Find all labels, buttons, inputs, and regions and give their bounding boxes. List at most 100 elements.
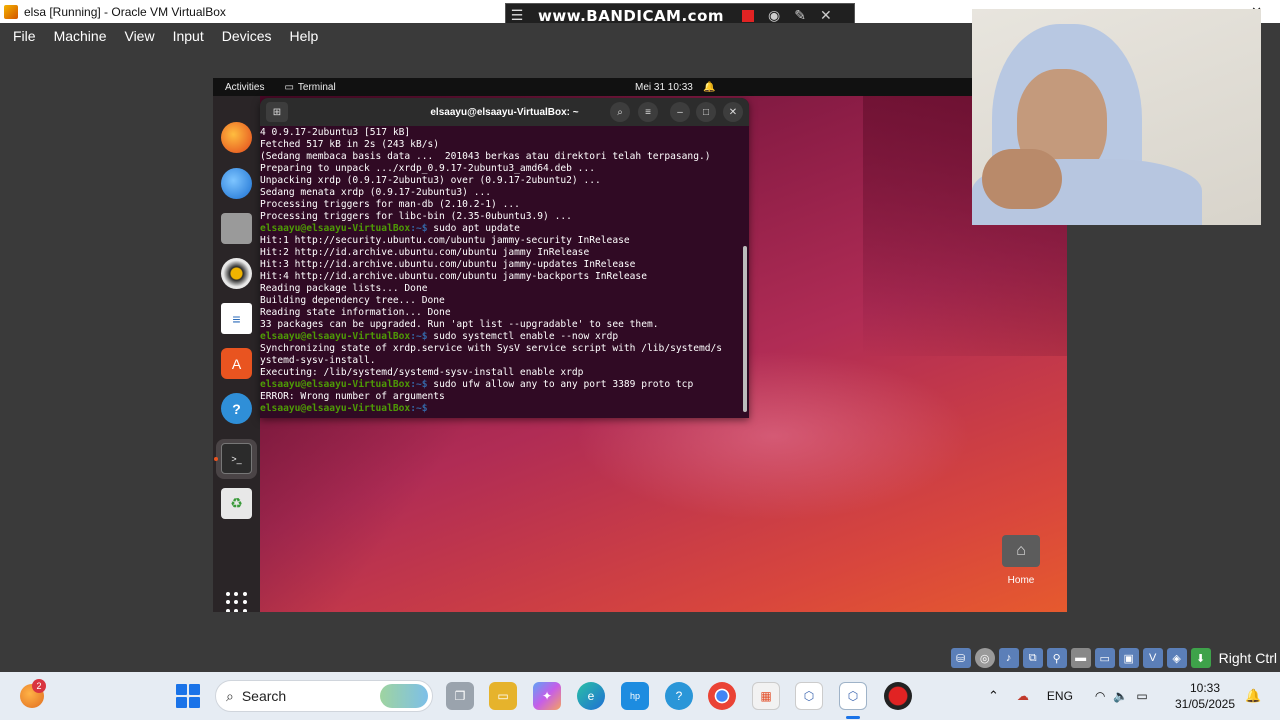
hamburger-menu-icon[interactable]: ☰ xyxy=(506,7,528,24)
webcam-overlay xyxy=(972,9,1261,225)
prompt-user: elsaayu@elsaayu-VirtualBox xyxy=(260,379,411,390)
weather-badge: 2 xyxy=(32,679,46,693)
task-view-icon[interactable]: ❐ xyxy=(446,682,474,710)
edge-icon[interactable]: e xyxy=(577,682,605,710)
topbar-app-name: Terminal xyxy=(297,81,336,93)
topbar-clock[interactable]: Mei 31 10:33 xyxy=(635,82,693,93)
search-icon[interactable]: ⌕ xyxy=(610,102,630,122)
files-icon[interactable] xyxy=(221,213,252,244)
notification-bell-icon[interactable]: 🔔 xyxy=(703,82,715,93)
show-apps-icon[interactable] xyxy=(226,592,247,612)
activities-button[interactable]: Activities xyxy=(225,82,264,93)
hard-disk-icon[interactable]: ⛁ xyxy=(950,648,971,668)
terminal-output-line: Synchronizing state of xrdp.service with… xyxy=(260,343,723,354)
copilot-icon[interactable]: ✦ xyxy=(533,682,561,710)
gnome-topbar: Activities ▭ Terminal Mei 31 10:33 🔔 xyxy=(213,78,1067,96)
search-label: Search xyxy=(241,688,287,704)
home-folder-icon[interactable]: ⌂ xyxy=(1002,535,1040,567)
menu-file[interactable]: File xyxy=(13,28,36,44)
optical-drive-icon[interactable]: ◎ xyxy=(974,648,995,668)
terminal-output-line: ystemd-sysv-install. xyxy=(260,355,376,366)
menu-help[interactable]: Help xyxy=(290,28,319,44)
audio-icon[interactable]: ♪ xyxy=(998,648,1019,668)
home-folder-label: Home xyxy=(1007,575,1035,586)
display-icon[interactable]: ▭ xyxy=(1094,648,1115,668)
battery-icon[interactable]: ▭ xyxy=(1136,689,1147,703)
prompt-path: :~$ xyxy=(410,379,434,390)
virtualbox-vm-icon[interactable]: ⬡ xyxy=(839,682,867,710)
virtualbox-manager-icon[interactable]: ⬡ xyxy=(795,682,823,710)
file-explorer-icon[interactable]: ▭ xyxy=(489,682,517,710)
terminal-command-line: elsaayu@elsaayu-VirtualBox:~$ sudo syste… xyxy=(260,331,749,343)
terminal-output-line: Building dependency tree... Done xyxy=(260,295,445,306)
terminal-scrollbar[interactable] xyxy=(743,246,747,412)
chevron-up-icon[interactable]: ⌃ xyxy=(988,688,999,704)
network-icon[interactable]: ⧉ xyxy=(1022,648,1043,668)
terminal-output-line: Processing triggers for man-db (2.10.2-1… xyxy=(260,199,520,210)
command-text: sudo systemctl enable --now xrdp xyxy=(433,331,619,342)
vbox-statusbar: ⛁ ◎ ♪ ⧉ ⚲ ▬ ▭ ▣ V ◈ ⬇ Right Ctrl xyxy=(950,646,1277,670)
get-help-icon[interactable]: ? xyxy=(665,682,693,710)
prompt-user: elsaayu@elsaayu-VirtualBox xyxy=(260,331,411,342)
language-indicator[interactable]: ENG xyxy=(1047,689,1073,703)
maximize-icon[interactable]: □ xyxy=(696,102,716,122)
thunderbird-icon[interactable] xyxy=(221,168,252,199)
help-icon[interactable]: ? xyxy=(221,393,252,424)
usb-icon[interactable]: ⚲ xyxy=(1046,648,1067,668)
windows-taskbar: 2 ⌕ Search ❐ ▭ ✦ e hp ? ▦ ⬡ ⬡ ⌃ ☁ ENG ◠ … xyxy=(0,672,1280,720)
terminal-headerbar: ⊞ elsaayu@elsaayu-VirtualBox: ~ ⌕ ≡ – □ … xyxy=(260,98,749,126)
notifications-icon[interactable]: 🔔 xyxy=(1245,688,1261,704)
topbar-app-menu[interactable]: ▭ Terminal xyxy=(284,82,335,93)
wifi-icon[interactable]: ◠ xyxy=(1095,689,1105,703)
taskbar-time: 10:33 xyxy=(1189,681,1221,695)
chrome-icon[interactable] xyxy=(708,682,736,710)
keyboard-capture-icon[interactable]: ⬇ xyxy=(1190,648,1211,668)
stop-record-icon[interactable] xyxy=(742,9,755,22)
mouse-integration-icon[interactable]: ◈ xyxy=(1166,648,1187,668)
start-button[interactable] xyxy=(176,684,200,708)
close-icon[interactable]: ✕ xyxy=(723,102,743,122)
prompt-path: :~$ xyxy=(410,331,434,342)
minimize-icon[interactable]: – xyxy=(670,102,690,122)
pencil-icon[interactable]: ✎ xyxy=(794,7,806,24)
menu-devices[interactable]: Devices xyxy=(222,28,272,44)
guest-screen[interactable]: Activities ▭ Terminal Mei 31 10:33 🔔 ≡ A… xyxy=(213,78,1067,612)
command-text: sudo ufw allow any to any port 3389 prot… xyxy=(433,379,694,390)
myhp-icon[interactable]: hp xyxy=(621,682,649,710)
taskbar-clock[interactable]: 10:33 31/05/2025 xyxy=(1170,680,1240,712)
camera-icon[interactable]: ◉ xyxy=(768,7,780,24)
terminal-output-line: Executing: /lib/systemd/systemd-sysv-ins… xyxy=(260,367,584,378)
microsoft-store-icon[interactable]: ▦ xyxy=(752,682,780,710)
search-icon: ⌕ xyxy=(226,687,234,704)
terminal-output-line: ERROR: Wrong number of arguments xyxy=(260,391,445,402)
prompt-path: :~$ xyxy=(410,403,434,414)
cloud-error-icon[interactable]: ☁ xyxy=(1017,689,1029,703)
recording-icon[interactable]: ▣ xyxy=(1118,648,1139,668)
terminal-output-line: Unpacking xrdp (0.9.17-2ubuntu3) over (0… xyxy=(260,175,601,186)
vt-x-icon[interactable]: V xyxy=(1142,648,1163,668)
taskbar-search[interactable]: ⌕ Search xyxy=(215,680,433,712)
app-center-icon[interactable]: A xyxy=(221,348,252,379)
libreoffice-writer-icon[interactable]: ≡ xyxy=(221,303,252,334)
shared-folders-icon[interactable]: ▬ xyxy=(1070,648,1091,668)
bandicam-icon[interactable] xyxy=(884,682,912,710)
search-highlight-art xyxy=(380,684,428,708)
terminal-output-line: Processing triggers for libc-bin (2.35-0… xyxy=(260,211,572,222)
terminal-output-line: 4 0.9.17-2ubuntu3 [517 kB] xyxy=(260,127,411,138)
virtualbox-app-icon xyxy=(4,4,18,19)
menu-machine[interactable]: Machine xyxy=(54,28,107,44)
terminal-output[interactable]: 4 0.9.17-2ubuntu3 [517 kB] Fetched 517 kB… xyxy=(260,126,749,415)
terminal-icon[interactable]: >_ xyxy=(221,443,252,474)
terminal-window[interactable]: ⊞ elsaayu@elsaayu-VirtualBox: ~ ⌕ ≡ – □ … xyxy=(260,98,749,418)
terminal-output-line: Sedang menata xrdp (0.9.17-2ubuntu3) ... xyxy=(260,187,492,198)
menu-view[interactable]: View xyxy=(124,28,154,44)
system-tray: ⌃ ☁ ENG ◠ 🔈 ▭ xyxy=(988,672,1148,720)
close-icon[interactable]: ✕ xyxy=(820,7,832,24)
menu-icon[interactable]: ≡ xyxy=(638,102,658,122)
volume-icon[interactable]: 🔈 xyxy=(1113,689,1128,703)
terminal-output-line: Preparing to unpack .../xrdp_0.9.17-2ubu… xyxy=(260,163,596,174)
firefox-icon[interactable] xyxy=(221,122,252,153)
menu-input[interactable]: Input xyxy=(173,28,204,44)
trash-icon[interactable]: ♻ xyxy=(221,488,252,519)
rhythmbox-icon[interactable] xyxy=(221,258,252,289)
